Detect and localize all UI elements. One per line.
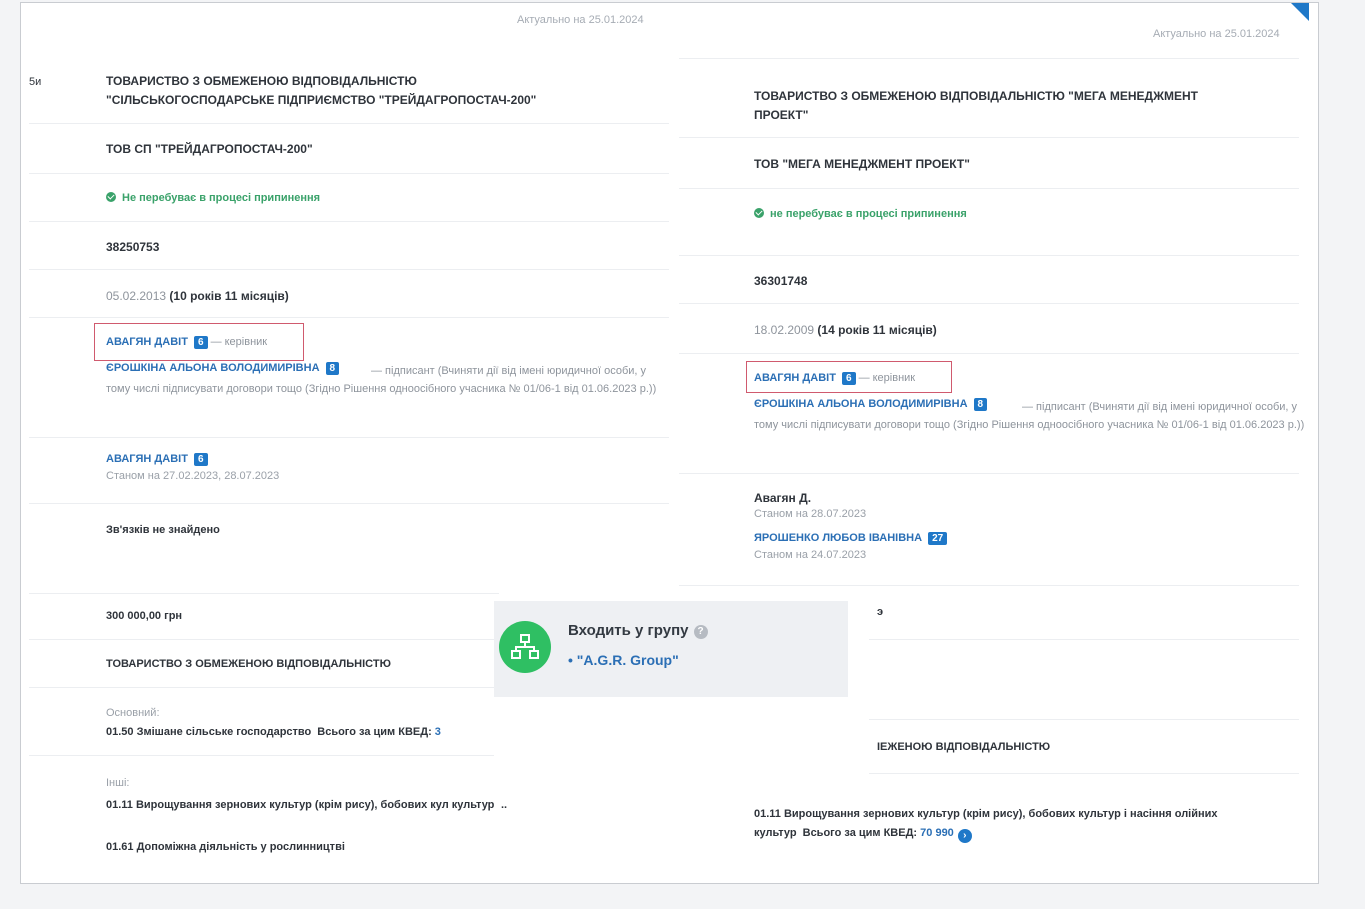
director: АВАГЯН ДАВІТ 6 — керівник [754, 372, 915, 385]
links-status: Зв'язків не знайдено [106, 524, 220, 536]
director-badge: 6 [193, 336, 208, 349]
divider [679, 585, 1299, 586]
divider [29, 269, 669, 270]
founder-2-link[interactable]: ЯРОШЕНКО ЛЮБОВ ІВАНІВНА [754, 532, 922, 544]
divider [29, 317, 669, 318]
divider [29, 437, 669, 438]
right-company-card: Актуально на 25.01.2024 ТОВАРИСТВО З ОБМ… [679, 3, 1309, 863]
director-link[interactable]: АВАГЯН ДАВІТ [754, 372, 836, 384]
founder: АВАГЯН ДАВІТ 6 [106, 453, 208, 466]
full-name-line2: "СІЛЬСЬКОГОСПОДАРСЬКЕ ПІДПРИЄМСТВО "ТРЕЙ… [106, 93, 537, 107]
full-name-line1: ТОВАРИСТВО З ОБМЕЖЕНОЮ ВІДПОВІДАЛЬНІСТЮ [106, 74, 417, 88]
group-title: Входить у групу? [568, 622, 708, 639]
divider [679, 303, 1299, 304]
kved-more[interactable]: .. [501, 799, 507, 811]
question-icon[interactable]: ? [693, 625, 708, 639]
signer-role: — підписант (Вчиняти дії від імені юриди… [754, 401, 1305, 431]
kved-other-2: 01.61 Допоміжна діяльність у рослинництв… [106, 841, 345, 853]
divider [29, 221, 669, 222]
comparison-frame: Актуально на 25.01.2024 5и ТОВАРИСТВО З … [20, 2, 1319, 884]
full-name-line2: ПРОЕКТ" [754, 108, 809, 122]
kved-other-label: Інші: [106, 777, 130, 789]
group-card: Входить у групу? • "A.G.R. Group" [494, 601, 848, 697]
reg-age: (10 років 11 місяців) [169, 289, 289, 303]
group-link-text[interactable]: "A.G.R. Group" [577, 652, 679, 668]
kved-main-text: 01.50 Змішане сільське господарство [106, 726, 312, 738]
founder-1-date: Станом на 28.07.2023 [754, 508, 867, 520]
group-link[interactable]: • "A.G.R. Group" [568, 652, 679, 668]
capital: 300 000,00 грн [106, 610, 183, 622]
divider [679, 353, 1299, 354]
founder-2-badge: 27 [928, 532, 948, 545]
check-circle-icon [106, 192, 116, 202]
short-name: ТОВ "МЕГА МЕНЕДЖМЕНТ ПРОЕКТ" [754, 157, 970, 171]
actual-date: Актуально на 25.01.2024 [517, 14, 644, 26]
director-badge: 6 [841, 372, 856, 385]
director-link[interactable]: АВАГЯН ДАВІТ [106, 336, 188, 348]
founder-link[interactable]: АВАГЯН ДАВІТ [106, 453, 188, 465]
corner-marker [1291, 3, 1309, 21]
chevron-right-icon[interactable]: › [957, 829, 972, 843]
legal-form-fragment: ІЕЖЕНОЮ ВІДПОВІДАЛЬНІСТЮ [877, 741, 1051, 753]
kved-main-label: Основний: [106, 707, 160, 719]
kved-1-cont: культур Всього за цим КВЕД: 70 990 › [754, 827, 972, 843]
founder-date: Станом на 27.02.2023, 28.07.2023 [106, 470, 280, 482]
reg-age: (14 років 11 місяців) [817, 323, 937, 337]
kved-other-1: 01.11 Вирощування зернових культур (крім… [106, 799, 495, 811]
actual-date: Актуально на 25.01.2024 [1153, 28, 1280, 40]
divider [679, 137, 1299, 138]
registration-date: 05.02.2013 (10 років 11 місяців) [106, 289, 289, 303]
divider [679, 255, 1299, 256]
status: Не перебуває в процесі припинення [106, 192, 320, 204]
edrpou-code: 38250753 [106, 240, 160, 254]
sitemap-icon [499, 621, 551, 673]
status: не перебуває в процесі припинення [754, 208, 967, 220]
signer-role: — підписант (Вчиняти дії від імені юриди… [106, 365, 657, 395]
edrpou-code: 36301748 [754, 274, 808, 288]
kved-main: 01.50 Змішане сільське господарство Всьог… [106, 726, 441, 738]
status-text: Не перебуває в процесі припинення [122, 192, 321, 204]
kved-total-label: Всього за цим КВЕД: [802, 827, 918, 839]
kved-1-cont-text: культур [754, 827, 797, 839]
divider [679, 188, 1299, 189]
divider [29, 123, 669, 124]
founder-1: Авагян Д. [754, 491, 812, 505]
director-role: — керівник [858, 372, 916, 384]
founder-badge: 6 [193, 453, 208, 466]
divider [869, 639, 1299, 640]
divider [29, 173, 669, 174]
status-text: не перебуває в процесі припинення [770, 208, 967, 220]
reg-date: 18.02.2009 [754, 323, 815, 337]
capital-fragment: э [877, 606, 884, 618]
founder-2-date: Станом на 24.07.2023 [754, 549, 867, 559]
divider [29, 755, 494, 756]
divider [29, 687, 494, 688]
kved-total-label: Всього за цим КВЕД: [317, 726, 432, 738]
divider [869, 719, 1299, 720]
kved-total-link[interactable]: 70 990 [920, 827, 954, 839]
kved-1: 01.11 Вирощування зернових культур (крім… [754, 808, 1218, 820]
divider [29, 593, 499, 594]
kved-total-link[interactable]: 3 [435, 726, 441, 738]
reg-date: 05.02.2013 [106, 289, 167, 303]
legal-form: ТОВАРИСТВО З ОБМЕЖЕНОЮ ВІДПОВІДАЛЬНІСТЮ [106, 658, 391, 670]
registration-date: 18.02.2009 (14 років 11 місяців) [754, 323, 937, 337]
left-company-card: Актуально на 25.01.2024 5и ТОВАРИСТВО З … [29, 3, 679, 863]
divider [29, 639, 494, 640]
divider [869, 773, 1299, 774]
group-title-text: Входить у групу [568, 622, 689, 639]
short-name: ТОВ СП "ТРЕЙДАГРОПОСТАЧ-200" [106, 142, 313, 156]
director-role: — керівник [210, 336, 268, 348]
founder-2: ЯРОШЕНКО ЛЮБОВ ІВАНІВНА 27 [754, 532, 948, 545]
edge-label: 5и [29, 76, 42, 88]
check-circle-icon [754, 208, 764, 218]
divider [29, 503, 669, 504]
director: АВАГЯН ДАВІТ 6 — керівник [106, 336, 267, 349]
divider [679, 58, 1299, 59]
full-name-line1: ТОВАРИСТВО З ОБМЕЖЕНОЮ ВІДПОВІДАЛЬНІСТЮ … [754, 89, 1198, 103]
divider [679, 473, 1299, 474]
